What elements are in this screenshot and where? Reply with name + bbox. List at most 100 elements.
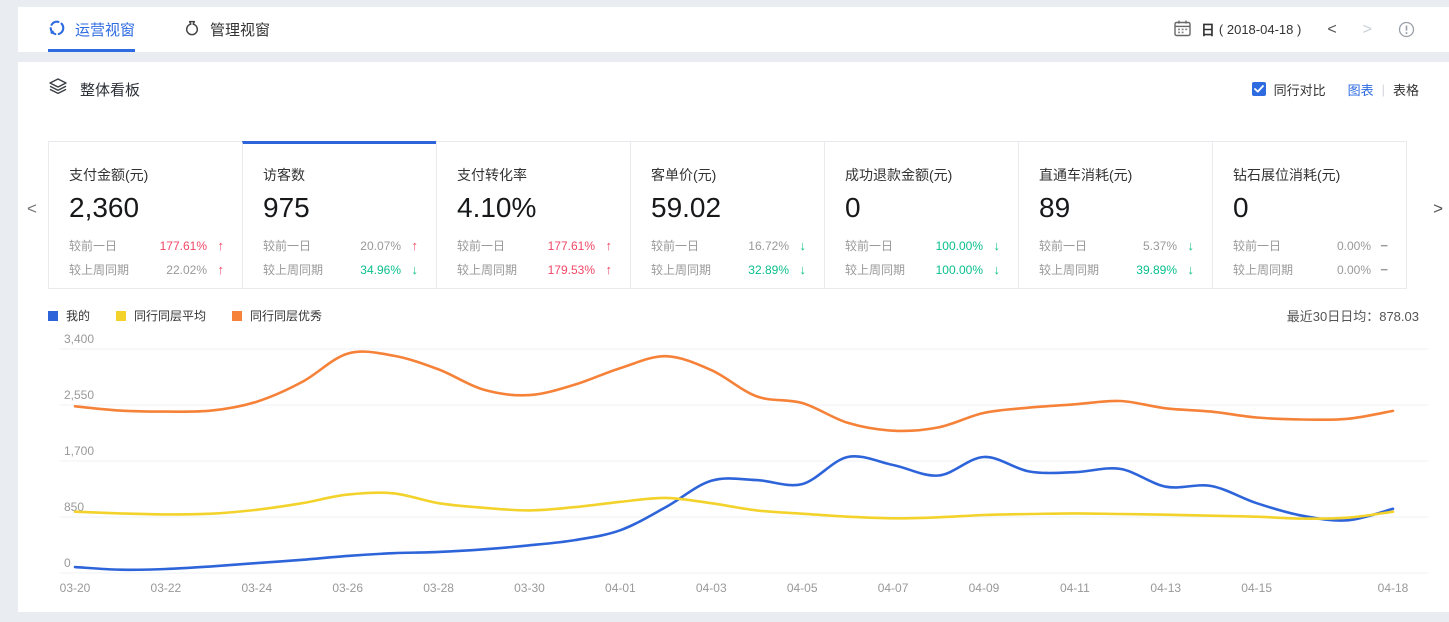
x-axis-tick: 04-05 xyxy=(787,581,818,595)
x-axis-tick: 03-26 xyxy=(332,581,363,595)
prev-date-icon[interactable]: < xyxy=(1327,21,1336,39)
trend-label: 较前一日 xyxy=(457,237,505,254)
tab-operations-view[interactable]: 运营视窗 xyxy=(48,7,135,52)
trend-value: 0.00% xyxy=(1337,239,1371,253)
trend-arrow-icon: ↑ xyxy=(207,262,224,277)
visitors-line-chart[interactable]: 08501,7002,5503,40003-2003-2203-2403-260… xyxy=(48,331,1438,603)
metric-card-refund-amount[interactable]: 成功退款金额(元) 0 较前一日100.00%↓ 较上周同期100.00%↓ xyxy=(824,141,1019,289)
peer-compare-checkbox[interactable] xyxy=(1252,82,1266,96)
legend-item-peer-excellent[interactable]: 同行同层优秀 xyxy=(232,307,322,324)
x-axis-tick: 03-30 xyxy=(514,581,545,595)
trend-value: 177.61% xyxy=(160,239,207,253)
view-toggle-chart[interactable]: 图表 xyxy=(1348,80,1374,99)
cards-scroll-right-icon[interactable]: > xyxy=(1433,199,1443,219)
overall-dashboard-panel: 整体看板 同行对比 图表 | 表格 < > 支付金额(元) 2,360 较前一日… xyxy=(18,62,1449,612)
metric-title: 访客数 xyxy=(263,165,418,185)
view-toggle-table[interactable]: 表格 xyxy=(1393,80,1419,99)
trend-label: 较上周同期 xyxy=(1039,261,1099,278)
x-axis-tick: 04-11 xyxy=(1060,581,1090,595)
series-line-我的 xyxy=(75,456,1393,570)
trend-arrow-icon: ↓ xyxy=(983,238,1000,253)
trend-arrow-icon: ↑ xyxy=(595,238,612,253)
trend-value: 5.37% xyxy=(1143,239,1177,253)
legend-label: 同行同层优秀 xyxy=(250,307,322,324)
metric-value: 975 xyxy=(263,192,418,224)
trend-dash-icon: − xyxy=(1371,238,1388,253)
trend-label: 较前一日 xyxy=(1039,237,1087,254)
metric-value: 2,360 xyxy=(69,192,224,224)
legend-swatch-mine xyxy=(48,311,58,321)
metric-title: 钻石展位消耗(元) xyxy=(1233,165,1388,185)
trend-label: 较上周同期 xyxy=(845,261,905,278)
y-axis-tick: 2,550 xyxy=(64,388,94,402)
trend-label: 较上周同期 xyxy=(651,261,711,278)
metric-card-conversion-rate[interactable]: 支付转化率 4.10% 较前一日177.61%↑ 较上周同期179.53%↑ xyxy=(436,141,631,289)
tab-management-view[interactable]: 管理视窗 xyxy=(183,7,270,52)
trend-label: 较前一日 xyxy=(651,237,699,254)
info-icon[interactable] xyxy=(1398,21,1415,38)
date-range[interactable]: ( 2018-04-18 ) xyxy=(1219,22,1301,37)
metric-title: 成功退款金额(元) xyxy=(845,165,1000,185)
metric-value: 0 xyxy=(845,192,1000,224)
y-axis-tick: 3,400 xyxy=(64,332,94,346)
legend-item-mine[interactable]: 我的 xyxy=(48,307,90,324)
thirty-day-average: 最近30日日均：878.03 xyxy=(1287,306,1419,325)
metric-value: 0 xyxy=(1233,192,1388,224)
trend-value: 179.53% xyxy=(548,263,595,277)
trend-value: 20.07% xyxy=(360,239,401,253)
metric-card-visitors[interactable]: 访客数 975 较前一日20.07%↑ 较上周同期34.96%↓ xyxy=(242,141,437,289)
layers-icon xyxy=(48,77,68,101)
tab-management-label: 管理视窗 xyxy=(210,19,270,40)
y-axis-tick: 0 xyxy=(64,556,71,570)
trend-arrow-icon: ↓ xyxy=(1177,238,1194,253)
peer-compare-label[interactable]: 同行对比 xyxy=(1274,80,1326,99)
y-axis-tick: 1,700 xyxy=(64,444,94,458)
trend-arrow-icon: ↑ xyxy=(595,262,612,277)
trend-arrow-icon: ↓ xyxy=(983,262,1000,277)
x-axis-tick: 03-24 xyxy=(241,581,272,595)
metric-card-payment-amount[interactable]: 支付金额(元) 2,360 较前一日 177.61%↑ 较上周同期 22.02%↑ xyxy=(48,141,243,289)
metric-cards: 支付金额(元) 2,360 较前一日177.61%↑ 较上周同期22.02%↑ … xyxy=(48,141,1419,289)
trend-value: 16.72% xyxy=(748,239,789,253)
trend-label: 较前一日 xyxy=(69,237,117,254)
trend-arrow-icon: ↓ xyxy=(401,262,418,277)
x-axis-tick: 04-07 xyxy=(878,581,909,595)
x-axis-tick: 04-13 xyxy=(1150,581,1181,595)
cards-scroll-left-icon[interactable]: < xyxy=(27,199,37,219)
x-axis-tick: 03-28 xyxy=(423,581,454,595)
trend-value: 22.02% xyxy=(166,263,207,277)
trend-value: 32.89% xyxy=(748,263,789,277)
legend-swatch-peer-average xyxy=(116,311,126,321)
legend-label: 我的 xyxy=(66,307,90,324)
metric-card-price-per-customer[interactable]: 客单价(元) 59.02 较前一日16.72%↓ 较上周同期32.89%↓ xyxy=(630,141,825,289)
trend-value: 100.00% xyxy=(936,239,983,253)
legend-label: 同行同层平均 xyxy=(134,307,206,324)
legend-item-peer-average[interactable]: 同行同层平均 xyxy=(116,307,206,324)
calendar-icon xyxy=(1173,19,1192,41)
operations-view-icon xyxy=(48,19,66,41)
x-axis-tick: 04-01 xyxy=(605,581,636,595)
trend-value: 177.61% xyxy=(548,239,595,253)
trend-arrow-icon: ↑ xyxy=(401,238,418,253)
metric-cards-area: < > 支付金额(元) 2,360 较前一日177.61%↑ 较上周同期22.0… xyxy=(18,141,1449,289)
trend-label: 较前一日 xyxy=(1233,237,1281,254)
trend-label: 较上周同期 xyxy=(69,261,129,278)
x-axis-tick: 04-03 xyxy=(696,581,727,595)
metric-title: 支付转化率 xyxy=(457,165,612,185)
date-granularity[interactable]: 日 xyxy=(1201,20,1215,40)
top-bar: 运营视窗 管理视窗 日 ( 2018-04-18 ) < > xyxy=(18,7,1449,52)
trend-arrow-icon: ↓ xyxy=(789,238,806,253)
page-title: 整体看板 xyxy=(80,79,140,100)
next-date-icon[interactable]: > xyxy=(1363,21,1372,39)
metric-title: 支付金额(元) xyxy=(69,165,224,185)
legend-swatch-peer-excellent xyxy=(232,311,242,321)
x-axis-tick: 03-20 xyxy=(60,581,91,595)
trend-value: 34.96% xyxy=(360,263,401,277)
trend-arrow-icon: ↑ xyxy=(207,238,224,253)
metric-card-diamond-cost[interactable]: 钻石展位消耗(元) 0 较前一日0.00%− 较上周同期0.00%− xyxy=(1212,141,1407,289)
trend-arrow-icon: ↓ xyxy=(789,262,806,277)
money-bag-icon xyxy=(183,19,201,41)
trend-label: 较上周同期 xyxy=(1233,261,1293,278)
metric-card-ztc-cost[interactable]: 直通车消耗(元) 89 较前一日5.37%↓ 较上周同期39.89%↓ xyxy=(1018,141,1213,289)
trend-value: 100.00% xyxy=(936,263,983,277)
